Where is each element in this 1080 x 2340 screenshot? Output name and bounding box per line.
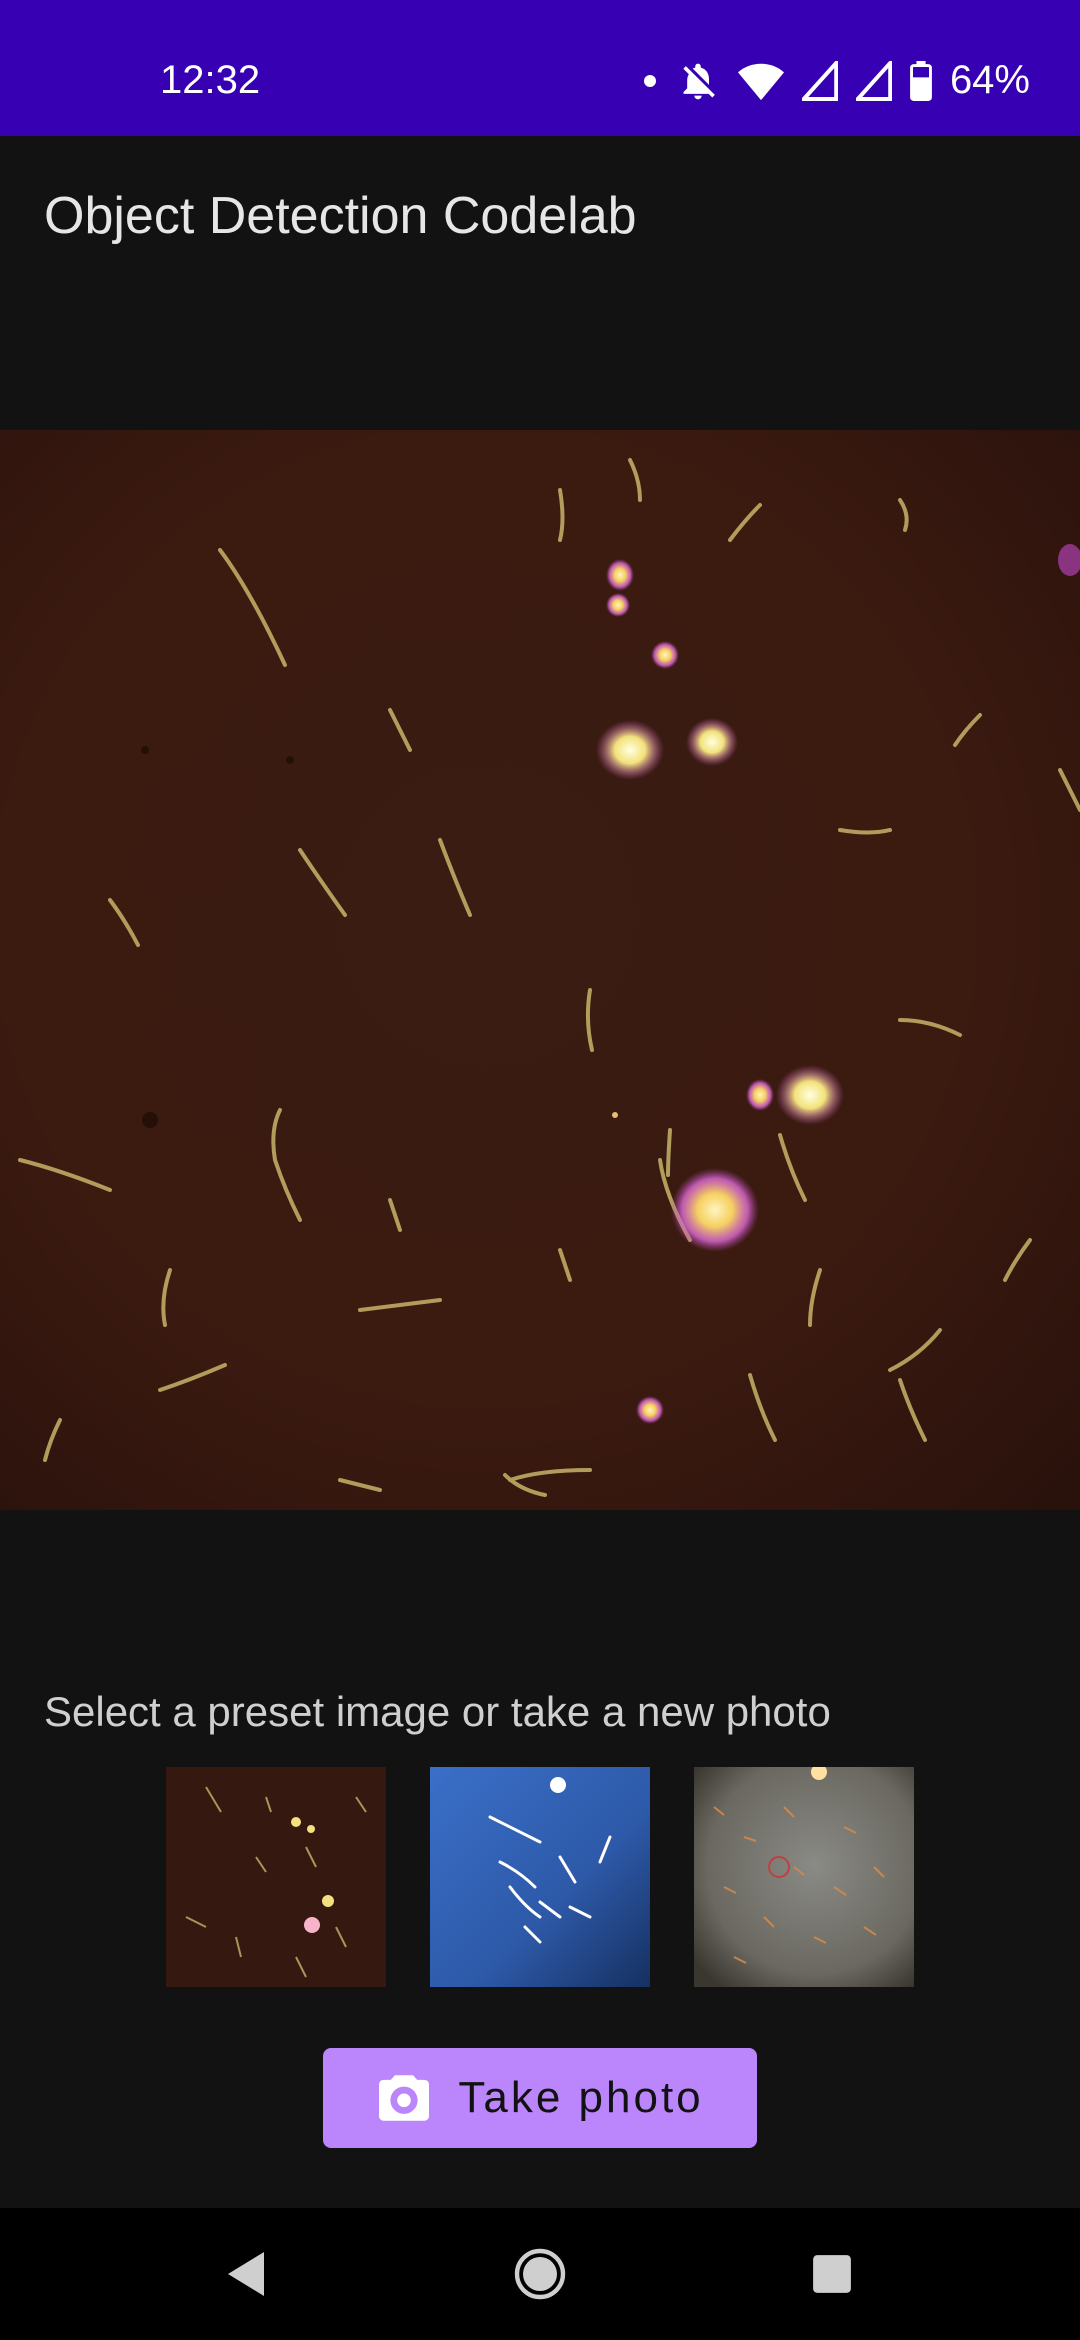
wifi-icon xyxy=(737,63,784,100)
back-button[interactable] xyxy=(180,2208,312,2340)
home-button[interactable] xyxy=(474,2208,606,2340)
bell-off-icon xyxy=(683,63,715,99)
preset-image-2-preview xyxy=(430,1767,650,1987)
preset-prompt: Select a preset image or take a new phot… xyxy=(44,1688,831,1735)
take-photo-button[interactable]: Take photo xyxy=(323,2048,757,2148)
preset-image-3-preview xyxy=(694,1767,914,1987)
notification-dot-icon xyxy=(643,74,656,87)
main-image xyxy=(0,430,1080,1510)
preset-image-2[interactable] xyxy=(430,1767,650,1987)
recents-button[interactable] xyxy=(766,2208,898,2340)
page-title: Object Detection Codelab xyxy=(44,187,637,245)
recents-icon xyxy=(813,2255,851,2293)
camera-icon xyxy=(379,2075,430,2121)
preset-image-1[interactable] xyxy=(166,1767,386,1987)
home-icon xyxy=(514,2248,566,2300)
navigation-bar xyxy=(0,2208,1080,2340)
status-icons: 64% xyxy=(642,58,1030,103)
preset-image-1-preview xyxy=(166,1767,386,1987)
battery-percent: 64% xyxy=(949,58,1030,102)
back-icon xyxy=(228,2252,264,2296)
battery-icon xyxy=(910,60,932,101)
preset-image-3[interactable] xyxy=(694,1767,914,1987)
status-bar: 12:32 64% xyxy=(0,0,1080,136)
microscope-sample-image xyxy=(0,430,1080,1510)
take-photo-label: Take photo xyxy=(458,2073,704,2122)
signal-icon xyxy=(801,60,838,101)
signal-icon xyxy=(855,60,892,101)
app-bar: Object Detection Codelab xyxy=(0,136,1080,296)
status-time: 12:32 xyxy=(160,58,261,102)
